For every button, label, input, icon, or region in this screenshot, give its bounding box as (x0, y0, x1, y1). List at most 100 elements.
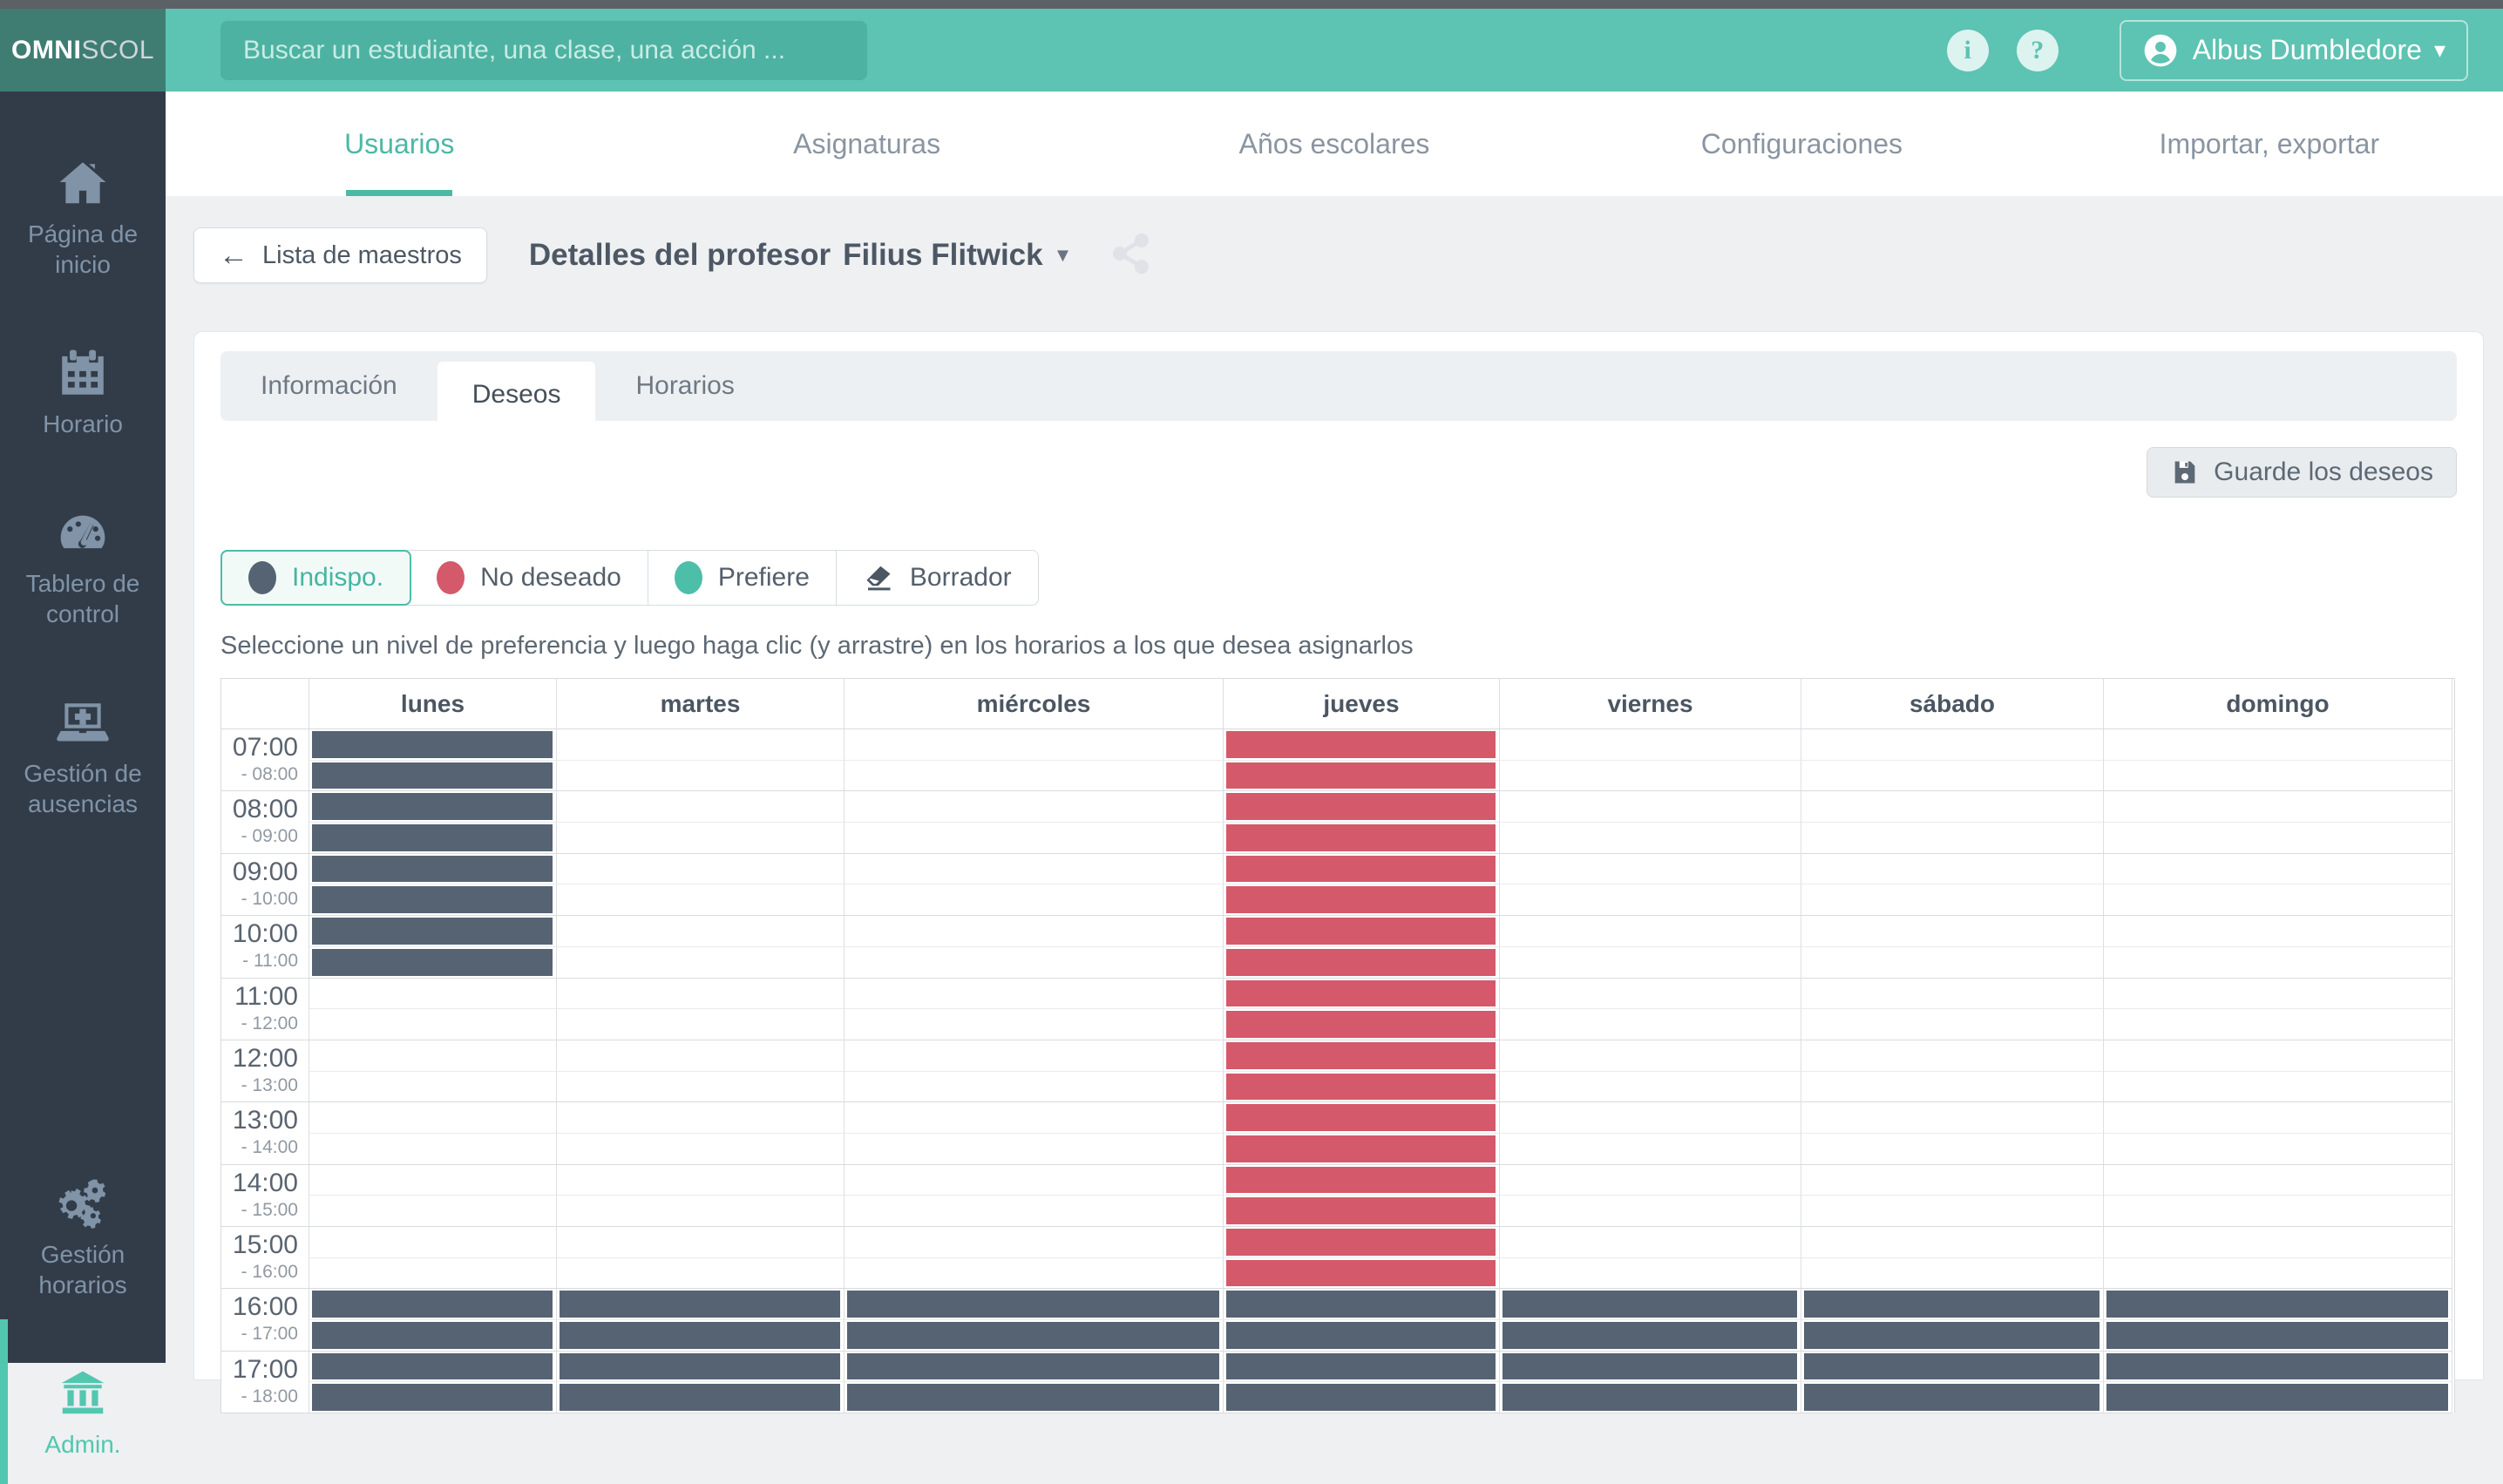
schedule-cell[interactable] (1500, 1196, 1801, 1227)
sidebar-item-gestion-horarios[interactable]: Gestión horarios (0, 1145, 166, 1300)
tab-usuarios[interactable]: Usuarios (166, 91, 633, 196)
schedule-cell[interactable] (1500, 979, 1801, 1010)
schedule-cell[interactable] (309, 916, 557, 947)
schedule-cell[interactable] (845, 947, 1224, 979)
schedule-cell[interactable] (2104, 916, 2452, 947)
tab-asignaturas[interactable]: Asignaturas (633, 91, 1100, 196)
schedule-cell[interactable] (309, 1320, 557, 1352)
schedule-cell[interactable] (1224, 947, 1500, 979)
schedule-cell[interactable] (1224, 1134, 1500, 1165)
schedule-cell[interactable] (309, 1382, 557, 1413)
schedule-cell[interactable] (1224, 854, 1500, 885)
schedule-cell[interactable] (557, 823, 845, 854)
schedule-cell[interactable] (557, 1196, 845, 1227)
schedule-cell[interactable] (1500, 1227, 1801, 1258)
schedule-cell[interactable] (1801, 1009, 2104, 1040)
schedule-cell[interactable] (1224, 1196, 1500, 1227)
tab-configuraciones[interactable]: Configuraciones (1568, 91, 2035, 196)
schedule-cell[interactable] (2104, 1289, 2452, 1320)
user-menu-button[interactable]: Albus Dumbledore ▾ (2120, 20, 2468, 81)
schedule-cell[interactable] (1500, 1072, 1801, 1103)
schedule-cell[interactable] (1801, 1352, 2104, 1383)
schedule-cell[interactable] (557, 854, 845, 885)
schedule-cell[interactable] (1500, 1134, 1801, 1165)
schedule-cell[interactable] (2104, 979, 2452, 1010)
schedule-cell[interactable] (2104, 947, 2452, 979)
schedule-cell[interactable] (557, 1009, 845, 1040)
schedule-cell[interactable] (845, 1196, 1224, 1227)
schedule-cell[interactable] (2104, 1258, 2452, 1290)
schedule-cell[interactable] (1801, 854, 2104, 885)
schedule-cell[interactable] (1801, 884, 2104, 916)
schedule-cell[interactable] (845, 791, 1224, 823)
schedule-cell[interactable] (557, 1072, 845, 1103)
schedule-cell[interactable] (2104, 823, 2452, 854)
schedule-cell[interactable] (1500, 1009, 1801, 1040)
schedule-cell[interactable] (1801, 729, 2104, 761)
schedule-cell[interactable] (557, 1227, 845, 1258)
schedule-cell[interactable] (1224, 1258, 1500, 1290)
schedule-cell[interactable] (557, 1040, 845, 1072)
schedule-cell[interactable] (1224, 823, 1500, 854)
schedule-cell[interactable] (2104, 761, 2452, 792)
schedule-cell[interactable] (1224, 1289, 1500, 1320)
schedule-cell[interactable] (845, 1072, 1224, 1103)
schedule-cell[interactable] (309, 1258, 557, 1290)
schedule-cell[interactable] (1500, 761, 1801, 792)
schedule-cell[interactable] (2104, 1009, 2452, 1040)
schedule-cell[interactable] (1224, 1102, 1500, 1134)
schedule-cell[interactable] (309, 979, 557, 1010)
sidebar-item-home[interactable]: Página de inicio (0, 125, 166, 280)
schedule-cell[interactable] (1500, 1258, 1801, 1290)
schedule-cell[interactable] (1801, 1289, 2104, 1320)
sidebar-item-ausencias[interactable]: Gestión de ausencias (0, 664, 166, 819)
legend-prefiere[interactable]: Prefiere (648, 551, 837, 605)
tab-importar-exportar[interactable]: Importar, exportar (2036, 91, 2503, 196)
info-icon[interactable]: i (1947, 30, 1989, 71)
schedule-cell[interactable] (309, 1102, 557, 1134)
schedule-cell[interactable] (309, 947, 557, 979)
schedule-cell[interactable] (2104, 1040, 2452, 1072)
schedule-cell[interactable] (1500, 947, 1801, 979)
schedule-cell[interactable] (1801, 979, 2104, 1010)
schedule-cell[interactable] (1500, 1320, 1801, 1352)
tab-anos-escolares[interactable]: Años escolares (1101, 91, 1568, 196)
schedule-cell[interactable] (1801, 761, 2104, 792)
schedule-cell[interactable] (557, 1352, 845, 1383)
schedule-cell[interactable] (1224, 1382, 1500, 1413)
schedule-cell[interactable] (1801, 947, 2104, 979)
schedule-cell[interactable] (309, 1196, 557, 1227)
schedule-cell[interactable] (1224, 916, 1500, 947)
schedule-cell[interactable] (557, 1102, 845, 1134)
legend-indispo[interactable]: Indispo. (220, 550, 411, 606)
schedule-cell[interactable] (845, 1134, 1224, 1165)
schedule-cell[interactable] (309, 1289, 557, 1320)
schedule-cell[interactable] (1801, 1072, 2104, 1103)
schedule-cell[interactable] (2104, 1352, 2452, 1383)
schedule-cell[interactable] (2104, 1227, 2452, 1258)
schedule-cell[interactable] (557, 1320, 845, 1352)
schedule-cell[interactable] (845, 1320, 1224, 1352)
schedule-cell[interactable] (1224, 1009, 1500, 1040)
sidebar-item-admin[interactable]: Admin. (0, 1335, 166, 1460)
tab-deseos[interactable]: Deseos (438, 362, 596, 428)
schedule-cell[interactable] (309, 1040, 557, 1072)
schedule-cell[interactable] (845, 1040, 1224, 1072)
schedule-cell[interactable] (1500, 1352, 1801, 1383)
schedule-cell[interactable] (2104, 1382, 2452, 1413)
schedule-cell[interactable] (1500, 1382, 1801, 1413)
teacher-dropdown-caret[interactable]: ▼ (1054, 244, 1073, 267)
schedule-cell[interactable] (2104, 729, 2452, 761)
schedule-cell[interactable] (1801, 791, 2104, 823)
schedule-cell[interactable] (1224, 884, 1500, 916)
legend-no-deseado[interactable]: No deseado (410, 551, 648, 605)
schedule-cell[interactable] (1224, 729, 1500, 761)
schedule-cell[interactable] (1801, 1258, 2104, 1290)
schedule-cell[interactable] (1500, 854, 1801, 885)
search-input[interactable] (220, 21, 867, 80)
schedule-cell[interactable] (557, 1382, 845, 1413)
schedule-cell[interactable] (309, 854, 557, 885)
schedule-cell[interactable] (557, 1134, 845, 1165)
schedule-cell[interactable] (557, 1165, 845, 1196)
schedule-cell[interactable] (1224, 791, 1500, 823)
